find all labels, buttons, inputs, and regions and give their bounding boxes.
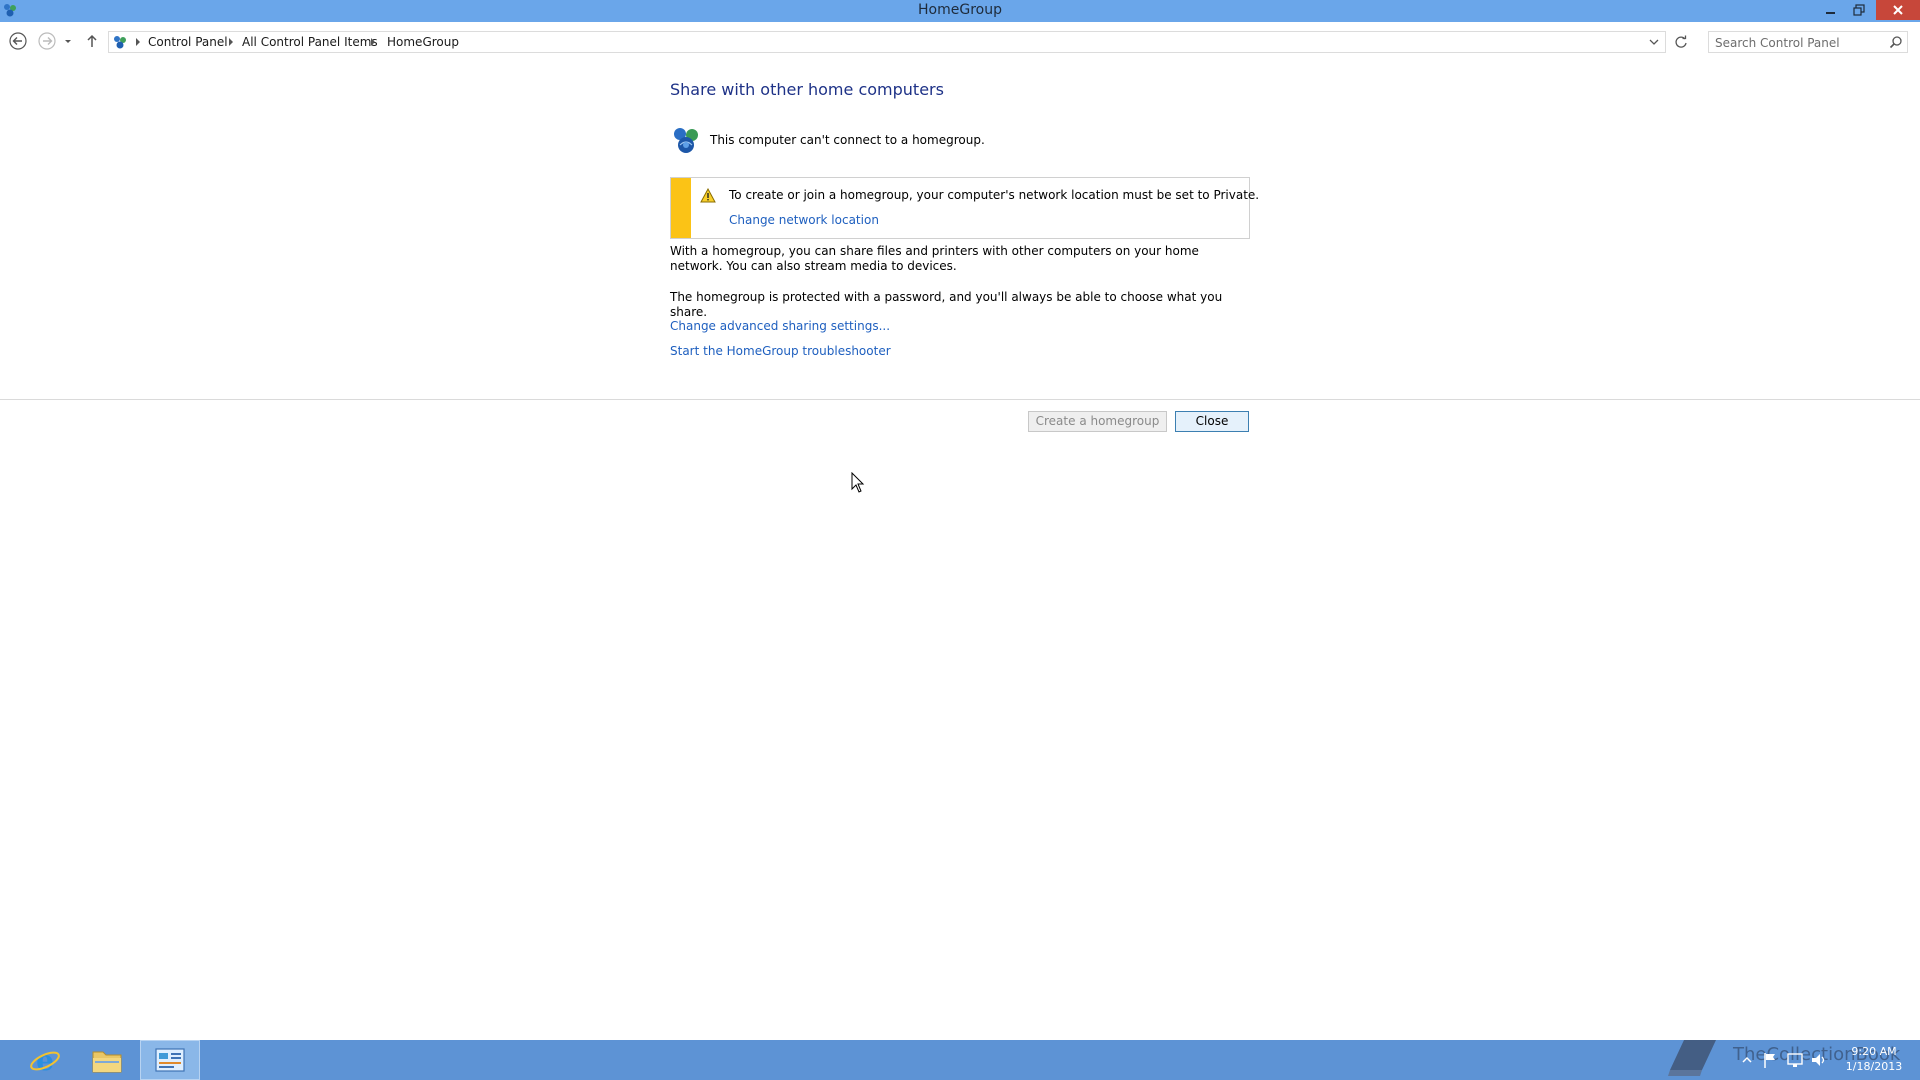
status-message: This computer can't connect to a homegro… — [710, 133, 985, 147]
advanced-sharing-link[interactable]: Change advanced sharing settings... — [670, 319, 890, 333]
recent-locations-button[interactable] — [62, 31, 76, 53]
close-button[interactable]: Close — [1175, 411, 1249, 432]
footer-divider — [0, 399, 1920, 400]
password-description: The homegroup is protected with a passwo… — [670, 290, 1223, 319]
forward-button[interactable] — [37, 31, 59, 53]
troubleshooter-link[interactable]: Start the HomeGroup troubleshooter — [670, 344, 891, 358]
homegroup-globe-icon — [674, 128, 698, 153]
volume-icon[interactable] — [1810, 1048, 1828, 1072]
change-network-location-link[interactable]: Change network location — [729, 213, 879, 227]
window-title: HomeGroup — [918, 2, 1002, 18]
back-arrow-icon — [9, 32, 27, 50]
page-title: Share with other home computers — [670, 80, 944, 99]
chevron-down-icon — [65, 40, 71, 43]
navigation-bar: Control Panel All Control Panel Items Ho… — [0, 22, 1920, 60]
book-watermark-icon — [1668, 1040, 1716, 1076]
search-icon[interactable] — [1889, 35, 1903, 49]
clock-time: 9:20 AM — [1851, 1045, 1897, 1058]
system-clock[interactable]: 9:20 AM 1/18/2013 — [1836, 1044, 1912, 1074]
breadcrumb-chevron-icon[interactable] — [227, 37, 235, 47]
warning-message: To create or join a homegroup, your comp… — [729, 188, 1260, 202]
back-button[interactable] — [8, 31, 30, 53]
up-button[interactable] — [84, 31, 102, 53]
breadcrumb-chevron-icon[interactable] — [134, 37, 142, 47]
network-icon[interactable] — [1786, 1048, 1804, 1072]
show-hidden-icons-icon[interactable] — [1740, 1048, 1754, 1072]
mouse-cursor-icon — [851, 472, 865, 493]
control-panel-icon — [155, 1048, 185, 1072]
window-close-button[interactable] — [1876, 0, 1920, 20]
warning-stripe — [671, 178, 691, 238]
homegroup-status: This computer can't connect to a homegro… — [670, 124, 1250, 156]
taskbar-control-panel[interactable] — [140, 1040, 200, 1080]
svg-text:e: e — [36, 1044, 54, 1076]
taskbar-file-explorer[interactable] — [78, 1040, 136, 1080]
breadcrumb-homegroup[interactable]: HomeGroup — [387, 35, 459, 49]
taskbar-internet-explorer[interactable]: e — [16, 1040, 74, 1080]
action-center-flag-icon[interactable] — [1762, 1048, 1778, 1072]
warning-box: To create or join a homegroup, your comp… — [670, 177, 1259, 239]
taskbar: e — [0, 1040, 1920, 1080]
internet-explorer-icon: e — [30, 1044, 60, 1076]
forward-arrow-icon — [38, 32, 56, 50]
restore-button[interactable] — [1846, 0, 1872, 20]
up-arrow-icon — [87, 34, 97, 47]
minimize-button[interactable] — [1818, 0, 1844, 20]
create-homegroup-button[interactable]: Create a homegroup — [1028, 411, 1167, 432]
search-input[interactable] — [1713, 34, 1887, 52]
refresh-button[interactable] — [1670, 31, 1692, 53]
breadcrumb-control-panel[interactable]: Control Panel — [148, 35, 228, 49]
address-dropdown-icon[interactable] — [1649, 37, 1659, 47]
search-box[interactable] — [1708, 31, 1908, 53]
refresh-icon — [1675, 35, 1687, 48]
address-bar[interactable]: Control Panel All Control Panel Items Ho… — [108, 31, 1666, 53]
warning-icon — [700, 188, 716, 203]
breadcrumb-all-items[interactable]: All Control Panel Items — [242, 35, 378, 49]
title-bar: HomeGroup — [0, 0, 1920, 22]
clock-date: 1/18/2013 — [1845, 1060, 1903, 1073]
homegroup-description: With a homegroup, you can share files an… — [670, 244, 1199, 273]
breadcrumb-chevron-icon[interactable] — [369, 37, 377, 47]
folder-icon — [92, 1051, 122, 1073]
control-panel-icon — [112, 34, 128, 50]
